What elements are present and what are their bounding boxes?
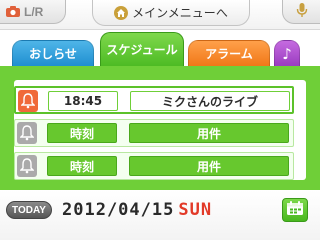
tab-alarm-label: アラーム: [205, 47, 253, 61]
current-date: 2012/04/15 SUN: [62, 198, 212, 222]
schedule-event[interactable]: 用件: [129, 123, 289, 143]
top-bar: L/R メインメニューへ: [0, 0, 320, 30]
main-menu-button[interactable]: メインメニューへ: [92, 0, 250, 26]
tab-alarm[interactable]: アラーム: [188, 40, 270, 66]
schedule-time[interactable]: 時刻: [47, 123, 117, 143]
music-note-icon: ♪: [282, 44, 292, 63]
weekday-text: SUN: [178, 200, 213, 220]
today-button[interactable]: TODAY: [6, 201, 52, 219]
schedule-event[interactable]: ミクさんのライブ: [130, 91, 290, 111]
camera-icon: [6, 6, 20, 17]
schedule-time[interactable]: 18:45: [48, 91, 118, 111]
bottom-bar: TODAY 2012/04/15 SUN: [0, 190, 320, 240]
today-button-label: TODAY: [12, 204, 46, 216]
schedule-row[interactable]: 18:45 ミクさんのライブ: [14, 86, 294, 114]
schedule-row[interactable]: 時刻 用件: [14, 119, 294, 147]
home-icon: [114, 5, 129, 20]
mic-icon: [294, 2, 310, 22]
tab-schedule[interactable]: スケジュール: [100, 32, 184, 66]
schedule-event[interactable]: 用件: [129, 156, 289, 176]
tab-music[interactable]: ♪: [274, 40, 300, 66]
alarm-bell-icon[interactable]: [17, 122, 37, 144]
camera-button[interactable]: L/R: [0, 0, 66, 24]
schedule-row[interactable]: 時刻 用件: [14, 152, 294, 180]
mic-button[interactable]: [282, 0, 320, 24]
camera-button-label: L/R: [24, 4, 44, 19]
tab-bar: おしらせ スケジュール アラーム ♪: [0, 32, 320, 66]
alarm-bell-icon[interactable]: [17, 155, 37, 177]
tab-schedule-label: スケジュール: [106, 43, 178, 57]
date-text: 2012/04/15: [62, 200, 175, 220]
calendar-icon: [286, 200, 304, 220]
schedule-time[interactable]: 時刻: [47, 156, 117, 176]
main-menu-label: メインメニューへ: [132, 6, 228, 20]
tab-notice[interactable]: おしらせ: [12, 40, 94, 66]
tab-notice-label: おしらせ: [29, 47, 77, 61]
calendar-button[interactable]: [282, 198, 308, 222]
schedule-panel: 18:45 ミクさんのライブ 時刻 用件 時刻 用件: [0, 66, 320, 190]
alarm-bell-icon[interactable]: [18, 90, 38, 112]
